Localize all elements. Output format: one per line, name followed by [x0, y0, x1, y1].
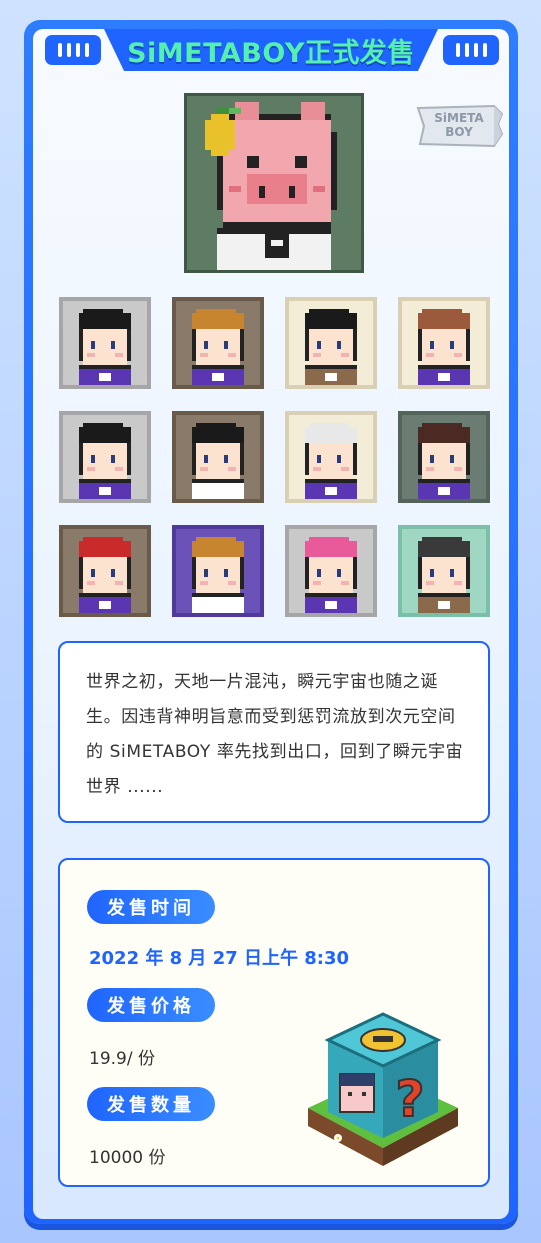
mystery-box-illustration: ?: [288, 988, 478, 1178]
badge-line-2: BOY: [445, 125, 473, 139]
badge-line-1: SiMETA: [434, 111, 484, 125]
sale-price-label: 发售价格: [87, 988, 215, 1022]
header-bars-right-icon: [443, 35, 499, 65]
simetaboy-flag-badge: SiMETA BOY: [414, 102, 504, 150]
avatar-white-hair: [285, 411, 377, 503]
sale-qty-value: 10000 份: [89, 1148, 166, 1168]
avatar-strawberry: [172, 297, 264, 389]
avatar-skull: [172, 411, 264, 503]
avatar-brown-hair: [398, 411, 490, 503]
sale-time-label: 发售时间: [87, 890, 215, 924]
avatar-mushroom: [59, 525, 151, 617]
avatar-spiky-black: [59, 297, 151, 389]
page-title: SiMETABOY正式发售: [127, 37, 415, 69]
hero-pig-avatar: [184, 93, 364, 273]
story-text: 世界之初，天地一片混沌，瞬元宇宙也随之诞生。因违背神明旨意而受到惩罚流放到次元空…: [86, 672, 464, 797]
avatar-cat-ears: [398, 525, 490, 617]
sale-time-value: 2022 年 8 月 27 日上午 8:30: [89, 948, 350, 969]
avatar-cowboy: [398, 297, 490, 389]
svg-text:?: ?: [395, 1070, 424, 1128]
story-box: 世界之初，天地一片混沌，瞬元宇宙也随之诞生。因违背神明旨意而受到惩罚流放到次元空…: [58, 641, 490, 823]
avatar-pink-cap: [285, 525, 377, 617]
sale-qty-label: 发售数量: [87, 1087, 215, 1121]
sale-price-value: 19.9/ 份: [89, 1049, 155, 1069]
avatar-sword: [59, 411, 151, 503]
avatar-blond: [172, 525, 264, 617]
header-title-tab: SiMETABOY正式发售: [104, 29, 438, 71]
poster-panel: SiMETABOY正式发售 SiMETA BOY 世界之初，天地一片混沌，瞬元宇…: [33, 29, 509, 1219]
header-bars-left-icon: [45, 35, 101, 65]
sale-info-box: 发售时间 2022 年 8 月 27 日上午 8:30 发售价格 19.9/ 份…: [58, 858, 490, 1187]
avatar-mask: [285, 297, 377, 389]
avatar-grid: [59, 297, 490, 617]
